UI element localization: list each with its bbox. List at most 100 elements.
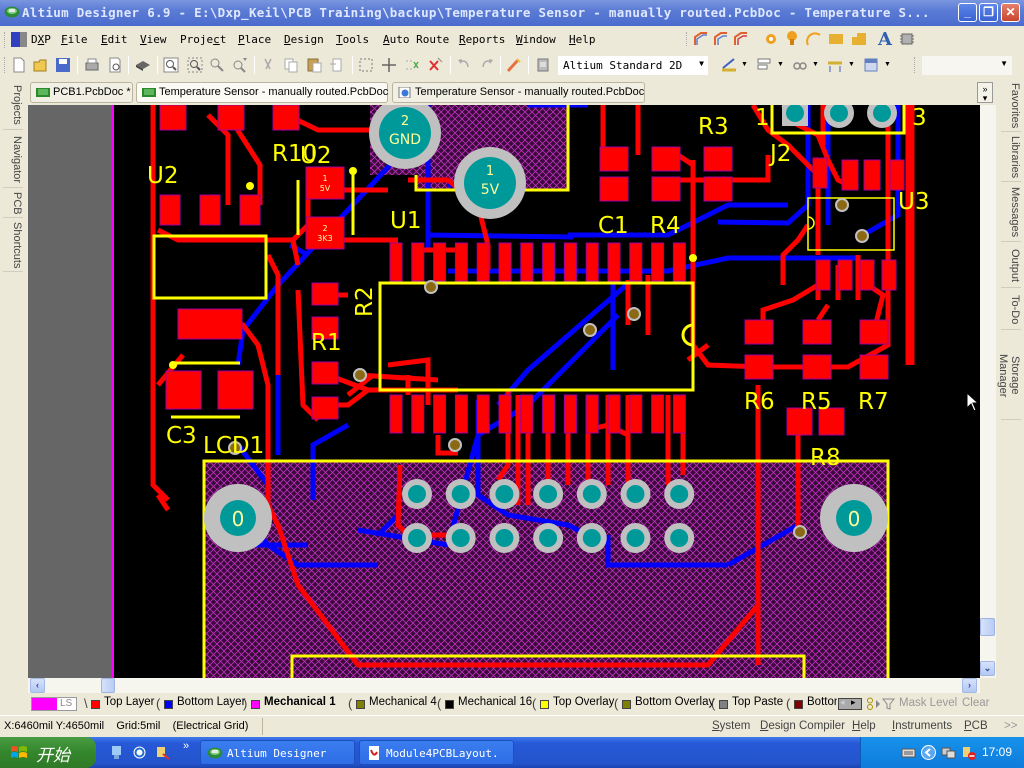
dropdown-arrow-icon[interactable]: ▼ bbox=[848, 61, 855, 68]
start-button[interactable]: 开始 bbox=[0, 737, 96, 768]
layer-tab-top-paste[interactable]: Top Paste bbox=[716, 696, 783, 713]
menu-edit[interactable]: Edit bbox=[101, 33, 128, 46]
view-configuration-select[interactable]: Altium Standard 2D ▼ bbox=[558, 56, 708, 75]
panel-tab-storage-manager[interactable]: Storage Manager bbox=[997, 332, 1021, 420]
component-library-icon[interactable] bbox=[534, 56, 552, 74]
differential-route-icon[interactable] bbox=[713, 31, 729, 47]
minimize-button[interactable]: _ bbox=[958, 3, 977, 22]
vertical-scrollbar[interactable]: ⌄ bbox=[980, 105, 996, 678]
copy-icon[interactable] bbox=[282, 56, 300, 74]
layer-set-filter-icon[interactable] bbox=[866, 697, 896, 711]
menu-dxp[interactable]: DXP bbox=[31, 33, 51, 46]
close-button[interactable]: ✕ bbox=[1001, 3, 1020, 22]
layer-tab-top-layer[interactable]: Top Layer bbox=[88, 696, 155, 713]
open-folder-icon[interactable] bbox=[32, 56, 50, 74]
cross-probe-icon[interactable] bbox=[505, 56, 523, 74]
cut-icon[interactable] bbox=[259, 56, 277, 74]
dropdown-arrow-icon[interactable]: ▼ bbox=[741, 61, 748, 68]
panel-button-more[interactable]: >> bbox=[1004, 720, 1017, 732]
pcb-drawing[interactable]: U2 R10 U2 U1 R3 J2 1 3 U3 C1 R4 R1 C3 LC… bbox=[28, 105, 980, 678]
menu-tools[interactable]: Tools bbox=[336, 33, 369, 46]
place-string-icon[interactable]: A bbox=[876, 29, 894, 47]
quick-launch-more[interactable]: » bbox=[183, 740, 189, 752]
scroll-right-icon[interactable]: ▸ bbox=[851, 697, 856, 708]
layer-tab-top-overlay[interactable]: Top Overlay bbox=[537, 696, 614, 713]
move-icon[interactable] bbox=[380, 56, 398, 74]
panel-tab-libraries[interactable]: Libraries bbox=[1001, 134, 1021, 182]
layer-tab-bottom-paste[interactable]: Bottom bbox=[791, 696, 837, 713]
dropdown-arrow-icon[interactable]: ▼ bbox=[884, 61, 891, 68]
taskbar-button-pdf[interactable]: Module4PCBLayout. bbox=[359, 740, 514, 765]
place-arc-icon[interactable] bbox=[806, 31, 822, 47]
scroll-left-button[interactable]: ‹ bbox=[30, 678, 45, 693]
menu-auto-route[interactable]: Auto Route bbox=[383, 33, 449, 46]
redo-icon[interactable] bbox=[478, 56, 496, 74]
zoom-selected-icon[interactable] bbox=[208, 56, 226, 74]
layer-tab-bottom-layer[interactable]: Bottom Layer bbox=[161, 696, 245, 713]
menu-window[interactable]: Window bbox=[516, 33, 556, 46]
network-icon[interactable] bbox=[941, 745, 956, 760]
multi-route-icon[interactable] bbox=[733, 31, 749, 47]
doc-tab-temperature-sensor-pcb[interactable]: Temperature Sensor - manually routed.Pcb… bbox=[136, 82, 388, 103]
dxp-logo-icon[interactable] bbox=[11, 32, 27, 47]
clear-button[interactable]: Clear bbox=[962, 697, 989, 709]
vertical-scroll-thumb[interactable] bbox=[980, 618, 995, 636]
place-polygon-icon[interactable] bbox=[851, 31, 867, 47]
scroll-left-icon[interactable]: ◂ bbox=[840, 697, 845, 708]
panel-button-help[interactable]: Help bbox=[852, 720, 876, 732]
quick-launch-app-icon[interactable] bbox=[155, 745, 170, 760]
security-alert-icon[interactable] bbox=[961, 745, 976, 760]
horizontal-scrollbar[interactable]: ‹ › bbox=[28, 678, 980, 693]
dropdown-arrow-icon[interactable]: ▼ bbox=[777, 61, 784, 68]
fit-document-icon[interactable] bbox=[162, 56, 180, 74]
toolbar-grip[interactable] bbox=[914, 57, 916, 73]
dropdown-arrow-icon[interactable]: ▼ bbox=[812, 61, 819, 68]
panel-tab-shortcuts[interactable]: Shortcuts bbox=[3, 220, 23, 272]
mask-level-button[interactable]: Mask Level bbox=[899, 697, 957, 709]
current-layer-indicator[interactable]: LS bbox=[31, 697, 77, 711]
panel-tab-output[interactable]: Output bbox=[1001, 244, 1021, 288]
pcb-canvas[interactable]: U2 R10 U2 U1 R3 J2 1 3 U3 C1 R4 R1 C3 LC… bbox=[28, 105, 980, 678]
place-pad-icon[interactable] bbox=[763, 31, 779, 47]
deselect-icon[interactable] bbox=[403, 56, 421, 74]
panel-button-design-compiler[interactable]: Design Compiler bbox=[760, 720, 845, 732]
toolbar-grip[interactable] bbox=[686, 32, 688, 46]
taskbar-button-altium[interactable]: Altium Designer bbox=[200, 740, 355, 765]
align-icon[interactable] bbox=[755, 56, 773, 74]
panel-tab-projects[interactable]: Projects bbox=[3, 80, 23, 130]
filter-combo[interactable]: ▼ bbox=[922, 56, 1012, 75]
measure-icon[interactable] bbox=[720, 56, 738, 74]
layer-tab-mechanical-4[interactable]: Mechanical 4 bbox=[353, 696, 437, 713]
panel-button-system[interactable]: System bbox=[712, 720, 750, 732]
layer-tab-bottom-overlay[interactable]: Bottom Overlay bbox=[619, 696, 714, 713]
print-icon[interactable] bbox=[83, 56, 101, 74]
layer-tab-scroll[interactable]: ◂ ▸ bbox=[838, 697, 862, 710]
paste-icon[interactable] bbox=[305, 56, 323, 74]
new-document-icon[interactable] bbox=[10, 56, 28, 74]
layer-tab-mechanical-1[interactable]: Mechanical 1 bbox=[248, 696, 336, 713]
find-similar-icon[interactable] bbox=[791, 56, 809, 74]
menu-project[interactable]: Project bbox=[180, 33, 226, 46]
toolbar-grip[interactable] bbox=[4, 32, 7, 48]
undo-icon[interactable] bbox=[455, 56, 473, 74]
3d-view-icon[interactable] bbox=[134, 56, 152, 74]
zoom-filtered-icon[interactable] bbox=[231, 56, 249, 74]
menu-file[interactable]: File bbox=[61, 33, 88, 46]
show-desktop-icon[interactable] bbox=[109, 745, 124, 760]
save-icon[interactable] bbox=[54, 56, 72, 74]
interactive-route-icon[interactable] bbox=[693, 31, 709, 47]
doc-tab-pcb1[interactable]: PCB1.PcbDoc * bbox=[30, 82, 133, 103]
dropdown-arrow-icon[interactable]: ▼ bbox=[1000, 59, 1008, 68]
dropdown-arrow-icon[interactable]: ▼ bbox=[699, 59, 704, 68]
print-preview-icon[interactable] bbox=[106, 56, 124, 74]
panel-tab-navigator[interactable]: Navigator bbox=[3, 132, 23, 188]
doc-tab-temperature-sensor-browser[interactable]: Temperature Sensor - manually routed.Pcb… bbox=[392, 82, 645, 103]
horizontal-scroll-thumb[interactable] bbox=[101, 678, 115, 693]
layer-tab-mechanical-16[interactable]: Mechanical 16 bbox=[442, 696, 532, 713]
panel-button-instruments[interactable]: Instruments bbox=[892, 720, 952, 732]
panel-tab-messages[interactable]: Messages bbox=[1001, 184, 1021, 242]
scroll-right-button[interactable]: › bbox=[962, 678, 977, 693]
zoom-area-icon[interactable] bbox=[186, 56, 204, 74]
place-via-icon[interactable] bbox=[784, 30, 800, 46]
tabs-overflow-button[interactable]: » ▾ bbox=[977, 82, 993, 103]
